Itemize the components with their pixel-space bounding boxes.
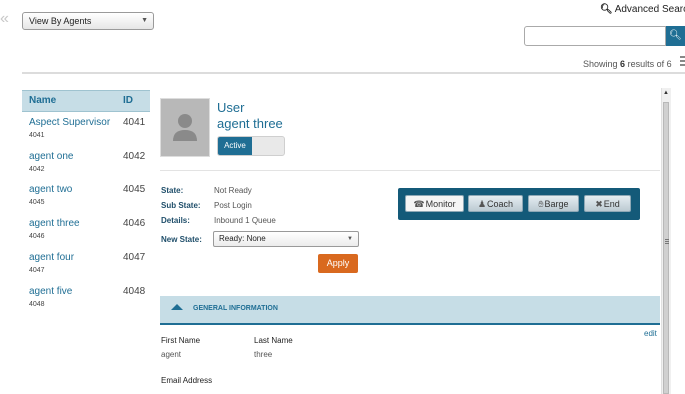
agent-extension: 4042 xyxy=(29,166,45,173)
first-name-label: First Name xyxy=(161,336,201,345)
general-information-header[interactable]: GENERAL INFORMATION xyxy=(160,296,660,325)
collapse-panel-icon[interactable]: « xyxy=(0,10,9,28)
monitor-label: Monitor xyxy=(425,199,456,209)
agents-table-header: Name ID xyxy=(22,90,150,112)
agent-id: 4047 xyxy=(123,252,146,263)
divider xyxy=(160,170,660,171)
agent-row[interactable]: agent three 4046 4046 xyxy=(22,218,150,252)
last-name-label: Last Name xyxy=(254,336,293,345)
view-by-select[interactable]: View By Agents ▼ xyxy=(22,12,154,30)
agent-extension: 4047 xyxy=(29,267,45,274)
active-status-toggle[interactable]: Active xyxy=(217,136,285,156)
results-count: Showing 6 results of 6 xyxy=(583,59,672,69)
general-information-title: GENERAL INFORMATION xyxy=(193,305,278,312)
barge-icon: ✋︎ xyxy=(538,199,544,209)
agent-name-link[interactable]: Aspect Supervisor xyxy=(29,117,110,128)
collapse-up-icon[interactable] xyxy=(171,304,183,310)
list-view-icon[interactable] xyxy=(680,56,685,68)
coach-button[interactable]: ♟︎Coach xyxy=(468,195,523,212)
coach-icon: ♟︎ xyxy=(477,199,487,209)
advanced-search-label: Advanced Search xyxy=(614,4,685,15)
chevron-down-icon: ▼ xyxy=(141,17,148,24)
user-title: User agent three xyxy=(217,100,283,132)
new-state-select[interactable]: Ready: None ▼ xyxy=(213,231,359,247)
active-label: Active xyxy=(218,137,252,155)
agent-id: 4045 xyxy=(123,184,146,195)
results-total: 6 xyxy=(666,59,672,69)
end-label: End xyxy=(603,199,620,209)
last-name-value: three xyxy=(254,350,273,359)
agent-name-link[interactable]: agent two xyxy=(29,184,72,195)
agent-id: 4046 xyxy=(123,218,146,229)
view-by-value: View By Agents xyxy=(29,16,92,26)
chevron-down-icon: ▼ xyxy=(347,236,353,242)
details-value: Inbound 1 Queue xyxy=(214,216,276,225)
new-state-label: New State: xyxy=(161,235,202,244)
results-shown: 6 xyxy=(620,59,626,69)
state-value: Not Ready xyxy=(214,186,252,195)
results-prefix: Showing xyxy=(583,59,618,69)
agent-id: 4042 xyxy=(123,151,146,162)
coach-label: Coach xyxy=(487,199,514,209)
agent-extension: 4048 xyxy=(29,301,45,308)
search-icon: 🔍︎ xyxy=(600,4,613,15)
state-label: State: xyxy=(161,186,184,195)
user-title-line1: User xyxy=(217,100,245,115)
divider xyxy=(22,72,685,74)
agent-extension: 4041 xyxy=(29,132,45,139)
substate-label: Sub State: xyxy=(161,201,201,210)
agent-extension: 4045 xyxy=(29,199,45,206)
agent-row[interactable]: agent one 4042 4042 xyxy=(22,151,150,185)
user-title-line2: agent three xyxy=(217,116,283,131)
end-call-icon: ✖ xyxy=(595,199,603,209)
agent-row[interactable]: agent four 4047 4047 xyxy=(22,252,150,286)
agent-row[interactable]: agent five 4048 4048 xyxy=(22,286,150,320)
agent-name-link[interactable]: agent one xyxy=(29,151,74,162)
column-header-name[interactable]: Name xyxy=(29,95,56,106)
agent-name-link[interactable]: agent five xyxy=(29,286,72,297)
substate-value: Post Login xyxy=(214,201,252,210)
agent-name-link[interactable]: agent three xyxy=(29,218,80,229)
agent-name-link[interactable]: agent four xyxy=(29,252,74,263)
details-label: Details: xyxy=(161,216,190,225)
barge-label: Barge xyxy=(544,199,569,209)
grip-icon xyxy=(665,239,669,245)
first-name-value: agent xyxy=(161,350,182,359)
scroll-thumb[interactable] xyxy=(663,102,669,394)
detail-scrollbar[interactable]: ▲ xyxy=(661,88,671,394)
monitor-button[interactable]: ☎︎Monitor xyxy=(405,195,464,212)
agent-id: 4041 xyxy=(123,117,146,128)
search-icon: 🔍︎ xyxy=(669,30,682,41)
search-input[interactable] xyxy=(524,26,666,46)
scroll-up-icon[interactable]: ▲ xyxy=(663,90,669,96)
advanced-search-link[interactable]: 🔍︎Advanced Search xyxy=(600,4,685,15)
call-actions-bar: ☎︎Monitor ♟︎Coach ✋︎Barge ✖End xyxy=(398,188,640,220)
edit-link[interactable]: edit xyxy=(644,329,657,338)
agent-row[interactable]: agent two 4045 4045 xyxy=(22,184,150,218)
email-label: Email Address xyxy=(161,376,213,385)
results-middle: results of xyxy=(627,59,665,69)
search-button[interactable]: 🔍︎ xyxy=(666,26,685,46)
end-button[interactable]: ✖End xyxy=(584,195,631,212)
agent-id: 4048 xyxy=(123,286,146,297)
barge-button[interactable]: ✋︎Barge xyxy=(528,195,579,212)
column-header-id[interactable]: ID xyxy=(123,95,133,106)
apply-button[interactable]: Apply xyxy=(318,254,358,273)
agent-extension: 4046 xyxy=(29,233,45,240)
user-avatar-icon xyxy=(160,98,210,157)
headset-icon: ☎︎ xyxy=(413,199,425,209)
agent-row[interactable]: Aspect Supervisor 4041 4041 xyxy=(22,117,150,151)
new-state-value: Ready: None xyxy=(219,234,266,243)
